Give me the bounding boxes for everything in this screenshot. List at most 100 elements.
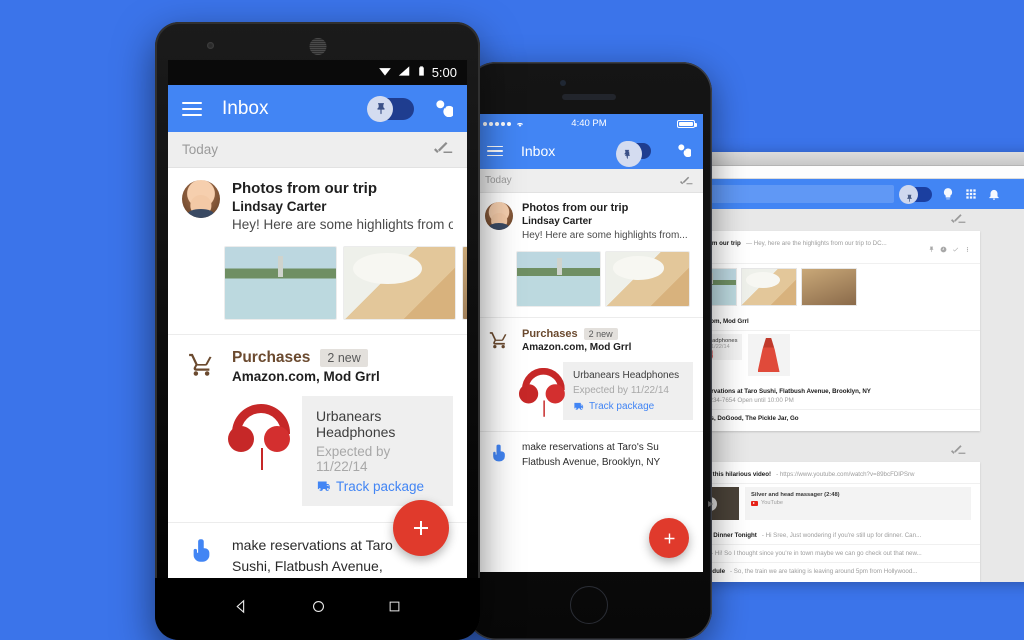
washington-monument-photo[interactable] [516,251,601,307]
product-name: Urbanears Headphones [316,408,396,440]
desktop-appbar [672,179,1024,209]
pin-icon [374,102,388,116]
compose-fab[interactable] [393,500,449,556]
pin-toggle[interactable] [367,95,414,122]
washington-monument-photo[interactable] [224,246,337,320]
brunch-table-photo[interactable] [343,246,456,320]
desktop-row-snippet: - Hi Sree, Just wondering if you're stil… [761,532,922,539]
portrait-photo[interactable] [462,246,467,320]
search-icon[interactable] [675,141,693,162]
recents-square-icon[interactable] [387,599,402,619]
list-item-photos[interactable]: Photos from our trip Lindsay Carter Hey!… [168,168,467,335]
desktop-video-attachment[interactable]: Silver and head massager (2:48) YouTube [672,484,980,527]
brunch-table-photo[interactable] [605,251,690,307]
compose-fab[interactable] [649,518,689,558]
desktop-sweep-row-2 [672,440,1024,462]
pin-icon[interactable] [928,240,935,258]
back-triangle-icon[interactable] [233,598,250,620]
track-package-link[interactable]: Track package [316,479,439,494]
android-clock: 5:00 [431,65,457,80]
table-row[interactable]: Check out this hilarious video! - https:… [672,466,980,484]
home-button[interactable] [570,586,608,624]
iphone-status-bar: 4:40 PM [475,114,703,133]
sweep-all-icon[interactable] [680,172,693,190]
iphone-appbar: Inbox [475,133,703,169]
table-row[interactable]: make reservations at Taro Sushi, Flatbus… [672,383,980,410]
brunch-table-photo[interactable] [741,268,797,306]
list-item-purchases[interactable]: Purchases 2 new Amazon.com, Mod Grrl Urb… [475,318,703,432]
home-circle-icon[interactable] [310,598,327,620]
desktop-search-input[interactable] [682,185,894,203]
front-camera-icon [560,80,566,86]
iphone-clock: 4:40 PM [571,118,607,129]
desktop-card-primary: Photos from our trip — Hey, here are the… [672,231,980,431]
table-row[interactable]: Train Schedule - So, the train we are ta… [672,563,980,580]
desktop-row-snippet: - Hi! So I thought since you're in town … [711,550,922,557]
video-title: Silver and head massager (2:48) [751,492,840,498]
sweep-all-icon[interactable] [951,442,966,460]
wifi-icon [378,64,392,81]
reminder-text: make reservations at Taro's Su Flatbush … [522,441,660,470]
today-label: Today [182,142,219,157]
scene: Photos from our trip — Hey, here are the… [0,0,1024,640]
new-count-badge: 2 new [583,328,618,340]
desktop-product-row: Urbanears Headphones Expected by 11/22/1… [672,331,980,383]
desktop-sweep-row [672,209,1024,231]
search-icon[interactable] [432,96,455,122]
table-row[interactable]: Birthday - Hi! So I thought since you're… [672,545,980,563]
sweep-all-icon[interactable] [951,211,966,229]
hamburger-menu-icon[interactable] [487,143,503,160]
battery-icon [416,64,427,81]
list-item-purchases[interactable]: Purchases 2 new Amazon.com, Mod Grrl Urb… [168,335,467,523]
done-check-icon[interactable] [952,240,959,258]
table-row[interactable]: Still on for Dinner Tonight - Hi Sree, J… [672,527,980,545]
browser-address-bar[interactable] [672,166,1024,179]
pin-toggle[interactable] [899,184,932,204]
snooze-clock-icon[interactable] [940,240,947,258]
portrait-photo[interactable] [801,268,857,306]
signal-icon [397,64,411,81]
bell-icon[interactable] [986,187,1001,202]
iphone-bottom-bezel [466,572,712,640]
desktop-card-secondary: Check out this hilarious video! - https:… [672,462,980,582]
video-source: YouTube [761,500,783,506]
iphone-screen: 4:40 PM Inbox Today Photos from our trip… [475,114,703,572]
apps-grid-icon[interactable] [963,187,978,202]
track-package-link[interactable]: Track package [573,401,683,412]
list-item-reminder[interactable]: make reservations at Taro's Su Flatbush … [475,432,703,478]
message-sender: Lindsay Carter [522,216,593,227]
pin-toggle[interactable] [616,141,651,167]
bundle-title: Purchases [522,328,578,340]
avatar [182,180,220,218]
product-name: Urbanears Headphones [573,370,680,381]
product-card-dress[interactable] [747,334,790,376]
front-camera-icon [207,42,214,49]
product-expected: Expected by 11/22/14 [316,444,391,474]
table-row[interactable]: Good Eggs, DoGood, The Pickle Jar, Go [672,410,980,427]
reminder-text: make reservations at Taro Sushi, Flatbus… [232,537,393,574]
table-row[interactable]: Photos from our trip — Hey, here are the… [672,235,980,264]
hamburger-menu-icon[interactable] [182,98,202,120]
red-dress-image [757,338,780,372]
product-expected: Expected by 11/22/14 [573,385,669,396]
red-headphones-image [224,396,298,470]
track-package-text: Track package [589,401,655,412]
iphone-top-bezel [466,62,712,114]
more-menu-icon[interactable] [964,240,971,258]
table-row[interactable]: Amazon.com, Mod Grrl [672,313,980,331]
avatar [485,202,513,230]
reminder-line-2: Flatbush Avenue, Brooklyn, NY [522,456,661,468]
desktop-photo-thumbs [672,264,980,313]
sweep-all-icon[interactable] [434,141,453,159]
pin-hand-icon [182,535,220,564]
bundle-senders: Amazon.com, Mod Grrl [522,342,632,353]
pin-icon [905,190,914,202]
android-screen: 5:00 Inbox Today Photos from our trip Li… [168,60,467,578]
today-divider: Today [168,132,467,168]
list-item-photos[interactable]: Photos from our trip Lindsay Carter Hey!… [475,193,703,318]
lightbulb-icon[interactable] [940,187,955,202]
message-sender: Lindsay Carter [232,199,327,214]
message-subject: Photos from our trip [232,180,377,197]
android-nav-bar [155,578,480,640]
red-headphones-image [516,362,565,417]
